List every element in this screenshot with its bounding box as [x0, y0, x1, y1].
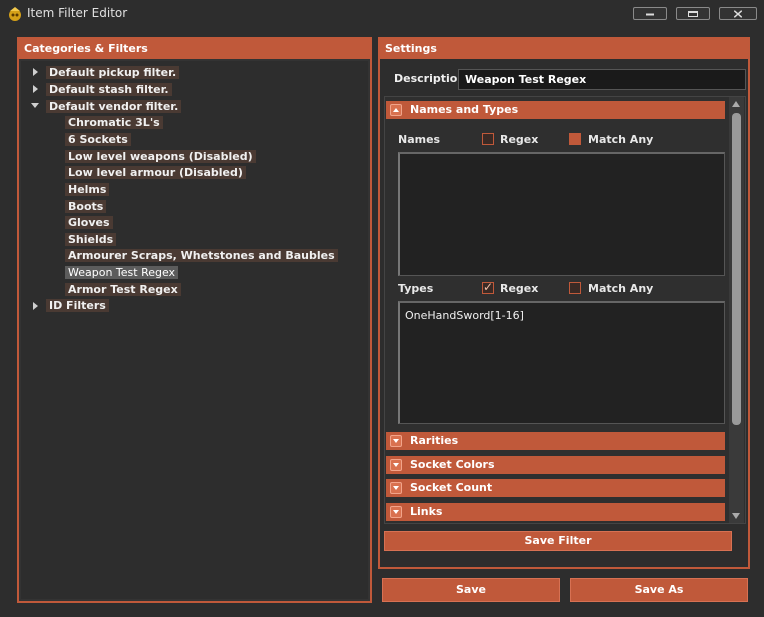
- expand-arrow-icon[interactable]: [33, 302, 38, 310]
- tree-item-label: Armourer Scraps, Whetstones and Baubles: [65, 249, 338, 262]
- expand-icon[interactable]: [390, 482, 402, 494]
- tree-item-label: Chromatic 3L's: [65, 116, 163, 129]
- tree-item-default-stash[interactable]: Default stash filter.: [46, 82, 172, 97]
- names-textbox[interactable]: [398, 152, 725, 276]
- tree-child-item[interactable]: Helms: [65, 182, 110, 197]
- description-input[interactable]: Weapon Test Regex: [458, 69, 746, 90]
- types-regex-label: Regex: [500, 282, 539, 295]
- tree-item-label: 6 Sockets: [65, 133, 131, 146]
- tree-child-item-selected[interactable]: Weapon Test Regex: [65, 265, 179, 280]
- names-match-any-checkbox[interactable]: [569, 133, 581, 145]
- window-title: Item Filter Editor: [27, 6, 128, 20]
- tree-item-label: Default vendor filter.: [46, 100, 182, 113]
- tree-item-label: Low level armour (Disabled): [65, 166, 246, 179]
- section-label: Rarities: [410, 434, 459, 447]
- types-regex-checkbox[interactable]: ✓: [482, 280, 494, 294]
- save-as-button[interactable]: Save As: [570, 578, 748, 602]
- settings-panel-title: Settings: [380, 39, 748, 59]
- tree-item-label: Weapon Test Regex: [65, 266, 179, 279]
- tree-child-item[interactable]: Low level armour (Disabled): [65, 165, 246, 180]
- names-match-any-label: Match Any: [588, 133, 654, 146]
- maximize-button[interactable]: [676, 7, 710, 20]
- minimize-icon: [646, 13, 654, 15]
- checkmark-icon: ✓: [483, 280, 494, 294]
- save-button[interactable]: Save: [382, 578, 560, 602]
- socket-colors-header[interactable]: Socket Colors: [386, 456, 725, 474]
- app-icon: [9, 7, 21, 21]
- tree-item-default-vendor[interactable]: Default vendor filter.: [46, 99, 182, 114]
- section-label: Socket Count: [410, 481, 493, 494]
- names-and-types-header[interactable]: Names and Types: [386, 101, 725, 119]
- tree-item-label: Helms: [65, 183, 110, 196]
- collapse-icon[interactable]: [390, 104, 402, 116]
- rarities-header[interactable]: Rarities: [386, 432, 725, 450]
- tree-child-item[interactable]: Boots: [65, 199, 107, 214]
- tree-child-item[interactable]: Shields: [65, 232, 117, 247]
- close-button[interactable]: [719, 7, 757, 20]
- tree-item-label: Gloves: [65, 216, 113, 229]
- section-label: Names and Types: [410, 103, 519, 116]
- names-regex-label: Regex: [500, 133, 539, 146]
- tree-child-item[interactable]: Chromatic 3L's: [65, 115, 163, 130]
- expand-arrow-icon[interactable]: [33, 85, 38, 93]
- names-label: Names: [398, 133, 441, 146]
- tree-item-label: Default pickup filter.: [46, 66, 180, 79]
- settings-scrollbar[interactable]: [729, 97, 744, 523]
- minimize-button[interactable]: [633, 7, 667, 20]
- expand-icon[interactable]: [390, 506, 402, 518]
- maximize-icon: [688, 10, 698, 17]
- tree-item-id-filters[interactable]: ID Filters: [46, 298, 109, 313]
- tree-child-item[interactable]: 6 Sockets: [65, 132, 131, 147]
- scroll-up-icon[interactable]: [732, 101, 740, 107]
- save-filter-button[interactable]: Save Filter: [384, 531, 732, 551]
- tree-item-label: ID Filters: [46, 299, 109, 312]
- close-icon: [734, 10, 742, 17]
- categories-panel-title: Categories & Filters: [19, 39, 370, 59]
- types-match-any-label: Match Any: [588, 282, 654, 295]
- types-value: OneHandSword[1-16]: [405, 309, 524, 322]
- expand-icon[interactable]: [390, 459, 402, 471]
- types-label: Types: [398, 282, 434, 295]
- tree-child-item[interactable]: Gloves: [65, 215, 113, 230]
- tree-child-item[interactable]: Armor Test Regex: [65, 282, 181, 297]
- section-label: Links: [410, 505, 443, 518]
- tree-item-default-pickup[interactable]: Default pickup filter.: [46, 65, 180, 80]
- tree-item-label: Low level weapons (Disabled): [65, 150, 256, 163]
- names-regex-checkbox[interactable]: [482, 133, 494, 145]
- description-label: Description: [394, 72, 466, 85]
- tree-item-label: Default stash filter.: [46, 83, 172, 96]
- links-header[interactable]: Links: [386, 503, 725, 521]
- section-label: Socket Colors: [410, 458, 495, 471]
- expand-icon[interactable]: [390, 435, 402, 447]
- tree-child-item[interactable]: Low level weapons (Disabled): [65, 149, 256, 164]
- expand-arrow-icon[interactable]: [33, 68, 38, 76]
- tree-child-item[interactable]: Armourer Scraps, Whetstones and Baubles: [65, 248, 338, 263]
- tree-item-label: Shields: [65, 233, 117, 246]
- types-textbox[interactable]: OneHandSword[1-16]: [398, 301, 725, 424]
- scroll-thumb[interactable]: [732, 113, 741, 425]
- scroll-down-icon[interactable]: [732, 513, 740, 519]
- socket-count-header[interactable]: Socket Count: [386, 479, 725, 497]
- tree-item-label: Boots: [65, 200, 107, 213]
- types-match-any-checkbox[interactable]: [569, 282, 581, 294]
- collapse-arrow-icon[interactable]: [31, 103, 39, 108]
- title-bar: Item Filter Editor: [0, 0, 764, 28]
- tree-item-label: Armor Test Regex: [65, 283, 181, 296]
